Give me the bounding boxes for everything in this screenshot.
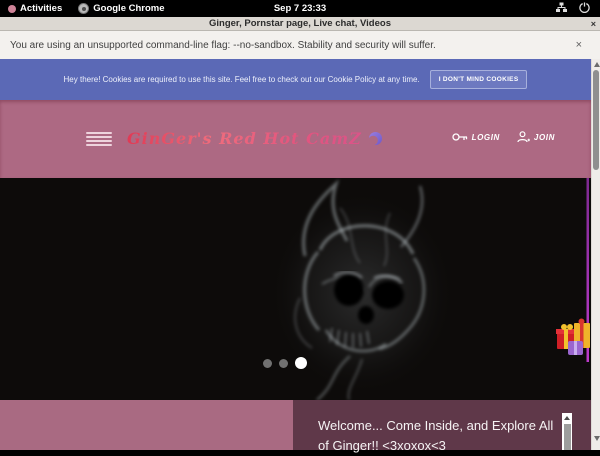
network-icon[interactable]	[556, 2, 567, 16]
window-title-bar: Ginger, Pornstar page, Live chat, Videos…	[0, 17, 600, 31]
scroll-up-icon[interactable]	[564, 416, 570, 420]
site-logo[interactable]: GinGer's Red Hot CamZ	[127, 129, 383, 148]
carousel-dots	[263, 357, 307, 369]
scrollbar-down-icon[interactable]	[594, 436, 600, 441]
login-label: LOGIN	[472, 133, 500, 142]
app-menu-button[interactable]: Google Chrome	[70, 0, 172, 17]
cookie-message: Hey there! Cookies are required to use t…	[64, 75, 420, 84]
activities-icon	[8, 5, 16, 13]
scrollbar-up-icon[interactable]	[594, 62, 600, 67]
cookie-dismiss-button[interactable]: I DON'T MIND COOKIES	[430, 70, 528, 89]
site-logo-text: GinGer's Red Hot CamZ	[127, 129, 362, 148]
infobar-close-icon[interactable]: ×	[576, 39, 582, 51]
activities-label: Activities	[20, 3, 62, 14]
bottom-section: Welcome... Come Inside, and Explore All …	[0, 400, 591, 450]
moon-icon	[368, 131, 383, 146]
site-header: GinGer's Red Hot CamZ LOGIN	[0, 100, 591, 178]
carousel-dot[interactable]	[263, 359, 272, 368]
scrollbar-thumb[interactable]	[593, 70, 599, 170]
welcome-scrollbar[interactable]	[562, 413, 572, 450]
web-page: Hey there! Cookies are required to use t…	[0, 59, 591, 450]
power-icon[interactable]	[579, 2, 590, 16]
window-title: Ginger, Pornstar page, Live chat, Videos	[209, 18, 391, 29]
welcome-line2: of Ginger!! <3xoxox<3	[318, 436, 591, 456]
infobar-message: You are using an unsupported command-lin…	[10, 40, 436, 51]
scroll-thumb[interactable]	[564, 424, 571, 450]
activities-button[interactable]: Activities	[0, 0, 70, 17]
cookie-banner: Hey there! Cookies are required to use t…	[0, 59, 591, 100]
chrome-infobar: You are using an unsupported command-lin…	[0, 31, 600, 59]
join-button[interactable]: JOIN	[517, 131, 555, 143]
app-menu-label: Google Chrome	[93, 3, 164, 14]
hamburger-menu-icon[interactable]	[86, 132, 112, 146]
window-close-icon[interactable]: ×	[591, 17, 596, 31]
browser-viewport: Hey there! Cookies are required to use t…	[0, 59, 600, 450]
carousel-dot[interactable]	[279, 359, 288, 368]
desktop-top-bar: Activities Google Chrome Sep 7 23:33	[0, 0, 600, 17]
chrome-icon	[78, 3, 89, 14]
welcome-line1: Welcome... Come Inside, and Explore All	[318, 416, 591, 436]
key-icon	[452, 132, 468, 142]
welcome-box: Welcome... Come Inside, and Explore All …	[293, 400, 591, 450]
join-label: JOIN	[534, 133, 555, 142]
carousel-dot-active[interactable]	[295, 357, 307, 369]
login-button[interactable]: LOGIN	[452, 132, 500, 142]
browser-scrollbar[interactable]	[591, 59, 600, 450]
hero-carousel	[0, 178, 591, 400]
add-user-icon	[517, 131, 530, 143]
